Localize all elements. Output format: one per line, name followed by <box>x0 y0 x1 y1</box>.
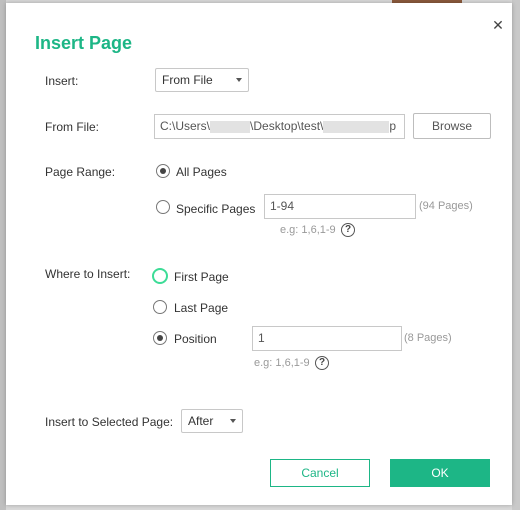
specific-pages-input[interactable]: 1-94 <box>264 194 416 219</box>
insert-to-selected-page-label: Insert to Selected Page: <box>45 415 174 429</box>
first-page-radio[interactable] <box>152 268 168 284</box>
all-pages-label[interactable]: All Pages <box>176 165 227 179</box>
browse-button[interactable]: Browse <box>413 113 491 139</box>
file-path-input[interactable]: C:\Users\ \Desktop\test\ p <box>154 114 405 139</box>
insert-source-select[interactable]: From File <box>155 68 249 92</box>
file-path-middle: \Desktop\test\ <box>250 119 324 133</box>
file-path-suffix: p <box>389 119 397 133</box>
position-example: e.g: 1,6,1-9 <box>254 357 310 369</box>
background-window-right <box>512 0 520 510</box>
from-file-label: From File: <box>45 120 99 134</box>
file-path-prefix: C:\Users\ <box>160 119 211 133</box>
specific-pages-count: (94 Pages) <box>419 200 473 212</box>
chevron-down-icon <box>230 419 236 423</box>
first-page-label[interactable]: First Page <box>174 270 229 284</box>
insert-label: Insert: <box>45 74 79 88</box>
position-page-count: (8 Pages) <box>404 332 452 344</box>
where-to-insert-label: Where to Insert: <box>45 267 131 281</box>
insert-source-value: From File <box>162 73 213 87</box>
dialog-title: Insert Page <box>35 33 133 53</box>
ok-button[interactable]: OK <box>390 459 490 487</box>
insert-position-value: After <box>188 414 214 428</box>
insert-page-dialog: ✕ Insert Page Insert: From File From Fil… <box>6 3 512 505</box>
position-input[interactable]: 1 <box>252 326 402 351</box>
all-pages-radio[interactable] <box>156 164 170 178</box>
redacted-username <box>210 120 251 133</box>
help-icon[interactable]: ? <box>341 223 355 237</box>
position-radio[interactable] <box>153 331 167 345</box>
cancel-button[interactable]: Cancel <box>270 459 370 487</box>
insert-position-select[interactable]: After <box>181 409 243 433</box>
help-icon[interactable]: ? <box>315 356 329 370</box>
page-range-label: Page Range: <box>45 165 116 179</box>
page-range-example: e.g: 1,6,1-9 <box>280 224 336 236</box>
last-page-label[interactable]: Last Page <box>174 301 228 315</box>
position-label[interactable]: Position <box>174 332 217 346</box>
redacted-filename <box>323 120 390 133</box>
last-page-radio[interactable] <box>153 300 167 314</box>
specific-pages-label[interactable]: Specific Pages <box>176 202 255 216</box>
chevron-down-icon <box>236 78 242 82</box>
close-icon[interactable]: ✕ <box>490 17 506 33</box>
specific-pages-radio[interactable] <box>156 200 170 214</box>
